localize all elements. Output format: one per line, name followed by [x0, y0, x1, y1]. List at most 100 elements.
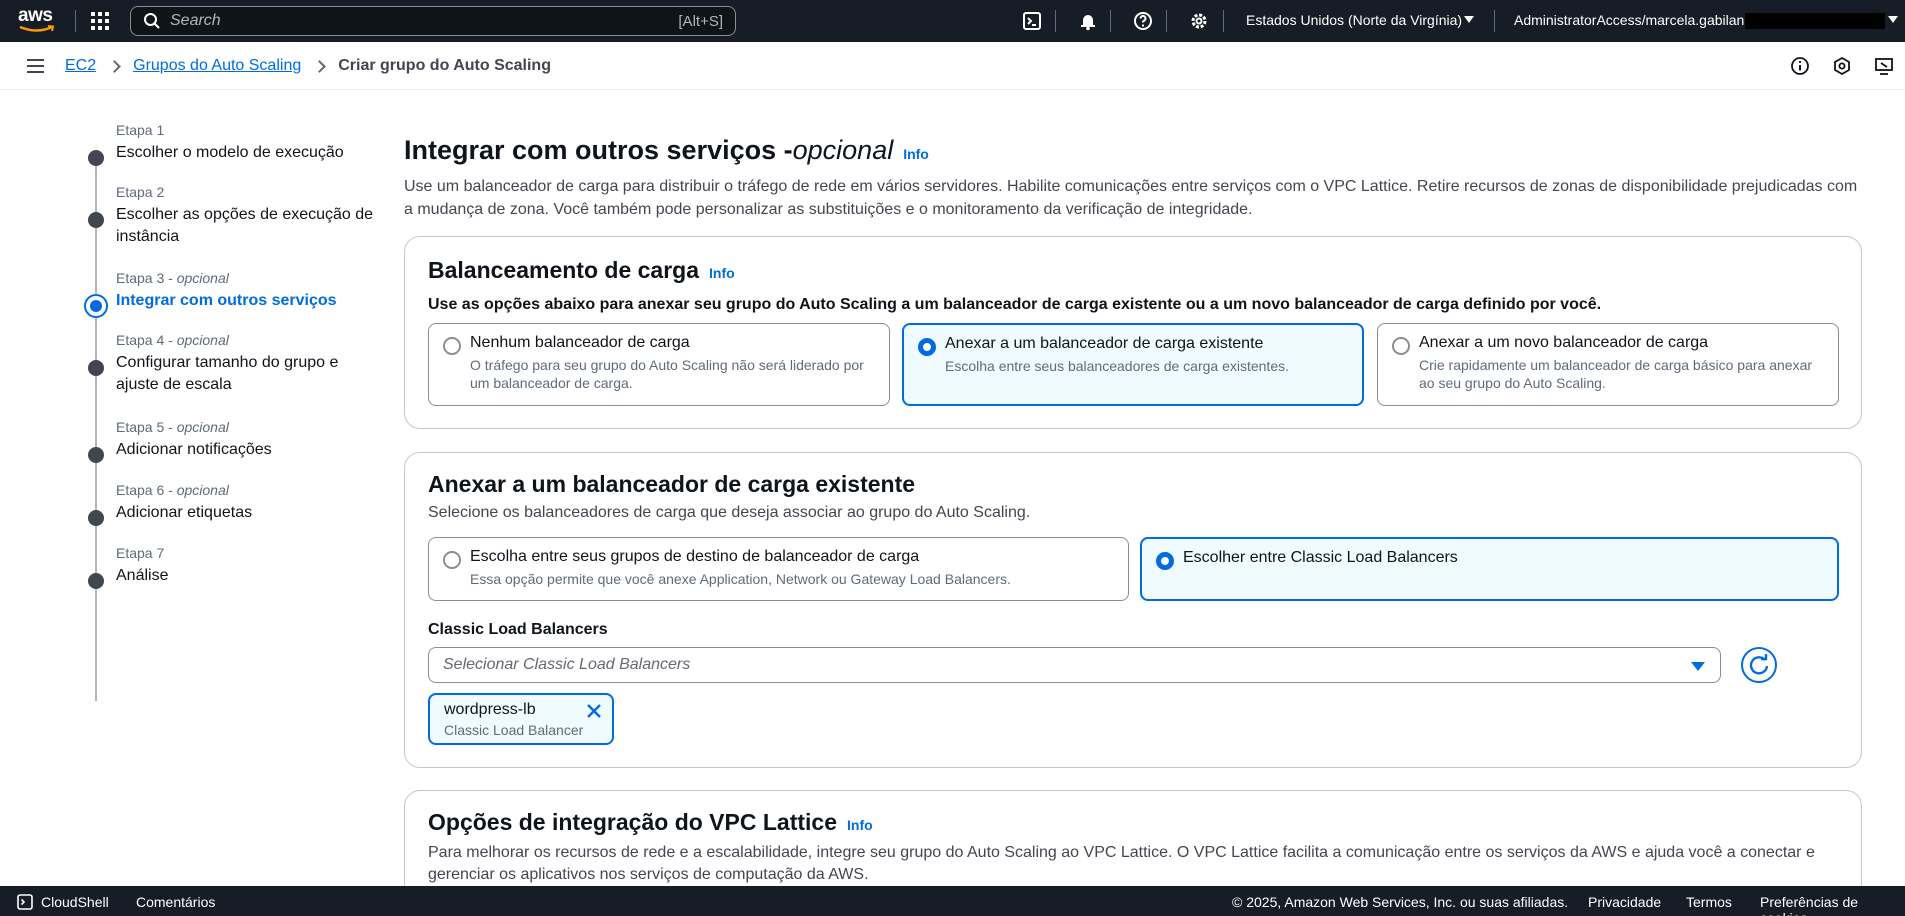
classic-lb-field-label: Classic Load Balancers: [428, 621, 608, 638]
load-balancing-info-link[interactable]: Info: [709, 265, 735, 281]
settings-gear-icon[interactable]: [1189, 11, 1209, 31]
radio-button-selected[interactable]: [918, 338, 936, 356]
step-title: Integrar com outros serviços: [116, 292, 337, 309]
step-label: Etapa 7: [116, 545, 165, 561]
option-description: Essa opção permite que você anexe Applic…: [470, 571, 1011, 587]
step-title: Adicionar etiquetas: [116, 504, 253, 521]
step-label: Etapa 6 - opcional: [116, 482, 229, 498]
step-title: Escolher o modelo de execução: [116, 144, 344, 161]
step-label: Etapa 4 - opcional: [116, 332, 229, 348]
cookie-preferences-link[interactable]: Preferências de cookies: [1760, 894, 1905, 916]
option-title: Anexar a um balanceador de carga existen…: [945, 335, 1264, 352]
step-indicator-icon: [88, 360, 104, 376]
breadcrumb-auto-scaling-link[interactable]: Grupos do Auto Scaling: [133, 57, 301, 75]
token-type: Classic Load Balancer: [444, 722, 584, 738]
help-icon[interactable]: [1133, 11, 1153, 31]
step-3[interactable]: Etapa 3 - opcional Integrar com outros s…: [84, 270, 337, 318]
option-title: Escolha entre seus grupos de destino de …: [470, 548, 920, 565]
option-existing-load-balancer[interactable]: Anexar a um balanceador de carga existen…: [902, 323, 1364, 406]
step-title: Escolher as opções de execução de instân…: [116, 206, 374, 245]
step-title: Configurar tamanho do grupo e ajuste de …: [116, 354, 339, 393]
radio-button[interactable]: [1392, 337, 1410, 355]
cloudshell-icon[interactable]: [1022, 11, 1042, 31]
step-2[interactable]: Etapa 2 Escolher as opções de execução d…: [86, 184, 376, 248]
search-input[interactable]: Search [Alt+S]: [130, 6, 736, 36]
account-menu[interactable]: AdministratorAccess/marcela.gabilan: [1514, 12, 1744, 28]
option-new-load-balancer[interactable]: Anexar a um novo balanceador de carga Cr…: [1377, 323, 1839, 406]
caret-down-icon: [1691, 662, 1705, 671]
step-4[interactable]: Etapa 4 - opcional Configurar tamanho do…: [86, 332, 376, 396]
redacted-account-id: [1745, 13, 1885, 29]
option-no-load-balancer[interactable]: Nenhum balanceador de carga O tráfego pa…: [428, 323, 890, 406]
option-classic-load-balancers[interactable]: Escolher entre Classic Load Balancers: [1140, 537, 1839, 601]
step-1[interactable]: Etapa 1 Escolher o modelo de execução: [86, 122, 344, 166]
load-balancing-card: Balanceamento de carga Info Use as opções…: [404, 236, 1862, 429]
refresh-icon: [1749, 654, 1769, 675]
vpc-lattice-info-link[interactable]: Info: [847, 817, 873, 833]
step-label: Etapa 5 - opcional: [116, 419, 229, 435]
step-label: Etapa 2: [116, 184, 165, 200]
info-panel-icon[interactable]: [1790, 56, 1810, 76]
breadcrumb-current: Criar grupo do Auto Scaling: [338, 57, 551, 74]
page-title: Integrar com outros serviços - opcional …: [404, 135, 929, 165]
menu-hamburger-icon[interactable]: [27, 59, 44, 73]
tutorial-panel-icon[interactable]: [1874, 56, 1894, 76]
attach-existing-subtitle: Selecione os balanceadores de carga que …: [428, 504, 1031, 521]
attach-existing-title: Anexar a um balanceador de carga existen…: [428, 471, 916, 497]
load-balancing-instructions: Use as opções abaixo para anexar seu gru…: [428, 296, 1602, 313]
privacy-link[interactable]: Privacidade: [1588, 894, 1661, 910]
services-grid-icon[interactable]: [91, 12, 109, 30]
search-icon: [144, 13, 160, 29]
region-selector[interactable]: Estados Unidos (Norte da Virgínia): [1246, 12, 1462, 28]
page-info-link[interactable]: Info: [903, 146, 929, 162]
radio-button-selected[interactable]: [1156, 552, 1174, 570]
option-description: Escolha entre seus balanceadores de carg…: [945, 358, 1289, 374]
load-balancing-title: Balanceamento de carga Info: [428, 257, 735, 283]
cloudshell-icon: [17, 894, 33, 910]
option-target-groups[interactable]: Escolha entre seus grupos de destino de …: [428, 537, 1129, 601]
aws-logo[interactable]: aws: [18, 6, 56, 35]
radio-button[interactable]: [443, 551, 461, 569]
refresh-button[interactable]: [1741, 647, 1777, 683]
attach-existing-load-balancer-card: Anexar a um balanceador de carga existen…: [404, 452, 1862, 768]
step-current-indicator-icon: [84, 294, 108, 318]
terms-link[interactable]: Termos: [1686, 894, 1732, 910]
region-chevron-down-icon: [1464, 16, 1474, 23]
breadcrumb: EC2 Grupos do Auto Scaling Criar grupo d…: [65, 57, 551, 75]
breadcrumb-chevron-icon: [108, 60, 121, 73]
option-description: O tráfego para seu grupo do Auto Scaling…: [470, 357, 864, 391]
step-indicator-icon: [88, 510, 104, 526]
vpc-lattice-description: Para melhorar os recursos de rede e a es…: [428, 844, 1815, 883]
step-label: Etapa 1: [116, 122, 165, 138]
option-title: Anexar a um novo balanceador de carga: [1419, 334, 1709, 351]
breadcrumb-bar: EC2 Grupos do Auto Scaling Criar grupo d…: [0, 42, 1905, 90]
classic-lb-select[interactable]: Selecionar Classic Load Balancers: [428, 647, 1721, 683]
breadcrumb-chevron-icon: [313, 60, 327, 73]
breadcrumb-ec2-link[interactable]: EC2: [65, 57, 96, 75]
notifications-bell-icon[interactable]: [1078, 11, 1098, 31]
option-description: Crie rapidamente um balanceador de carga…: [1419, 357, 1813, 391]
step-label: Etapa 3 - opcional: [116, 270, 229, 286]
step-5[interactable]: Etapa 5 - opcional Adicionar notificaçõe…: [86, 419, 272, 463]
top-navigation: aws Search [Alt+S] Estados Unidos (Norte…: [0, 0, 1905, 42]
step-indicator-icon: [88, 573, 104, 589]
feedback-link[interactable]: Comentários: [136, 894, 215, 910]
remove-token-close-icon[interactable]: [584, 701, 604, 721]
step-title: Análise: [116, 567, 169, 584]
token-name: wordpress-lb: [444, 701, 536, 718]
option-title: Escolher entre Classic Load Balancers: [1183, 549, 1458, 566]
step-indicator-icon: [88, 150, 104, 166]
footer: CloudShell Comentários © 2025, Amazon We…: [0, 886, 1905, 916]
security-hexagon-icon[interactable]: [1832, 56, 1852, 76]
option-title: Nenhum balanceador de carga: [470, 334, 690, 351]
cloudshell-link[interactable]: CloudShell: [41, 894, 109, 910]
copyright-text: © 2025, Amazon Web Services, Inc. ou sua…: [1232, 894, 1569, 910]
account-chevron-down-icon: [1888, 16, 1898, 23]
select-placeholder: Selecionar Classic Load Balancers: [443, 656, 691, 673]
step-6[interactable]: Etapa 6 - opcional Adicionar etiquetas: [86, 482, 253, 526]
step-7[interactable]: Etapa 7 Análise: [86, 545, 169, 589]
radio-button[interactable]: [443, 337, 461, 355]
vpc-lattice-title: Opções de integração do VPC Lattice Info: [428, 809, 873, 835]
search-shortcut: [Alt+S]: [678, 12, 723, 30]
step-indicator-icon: [88, 212, 104, 228]
